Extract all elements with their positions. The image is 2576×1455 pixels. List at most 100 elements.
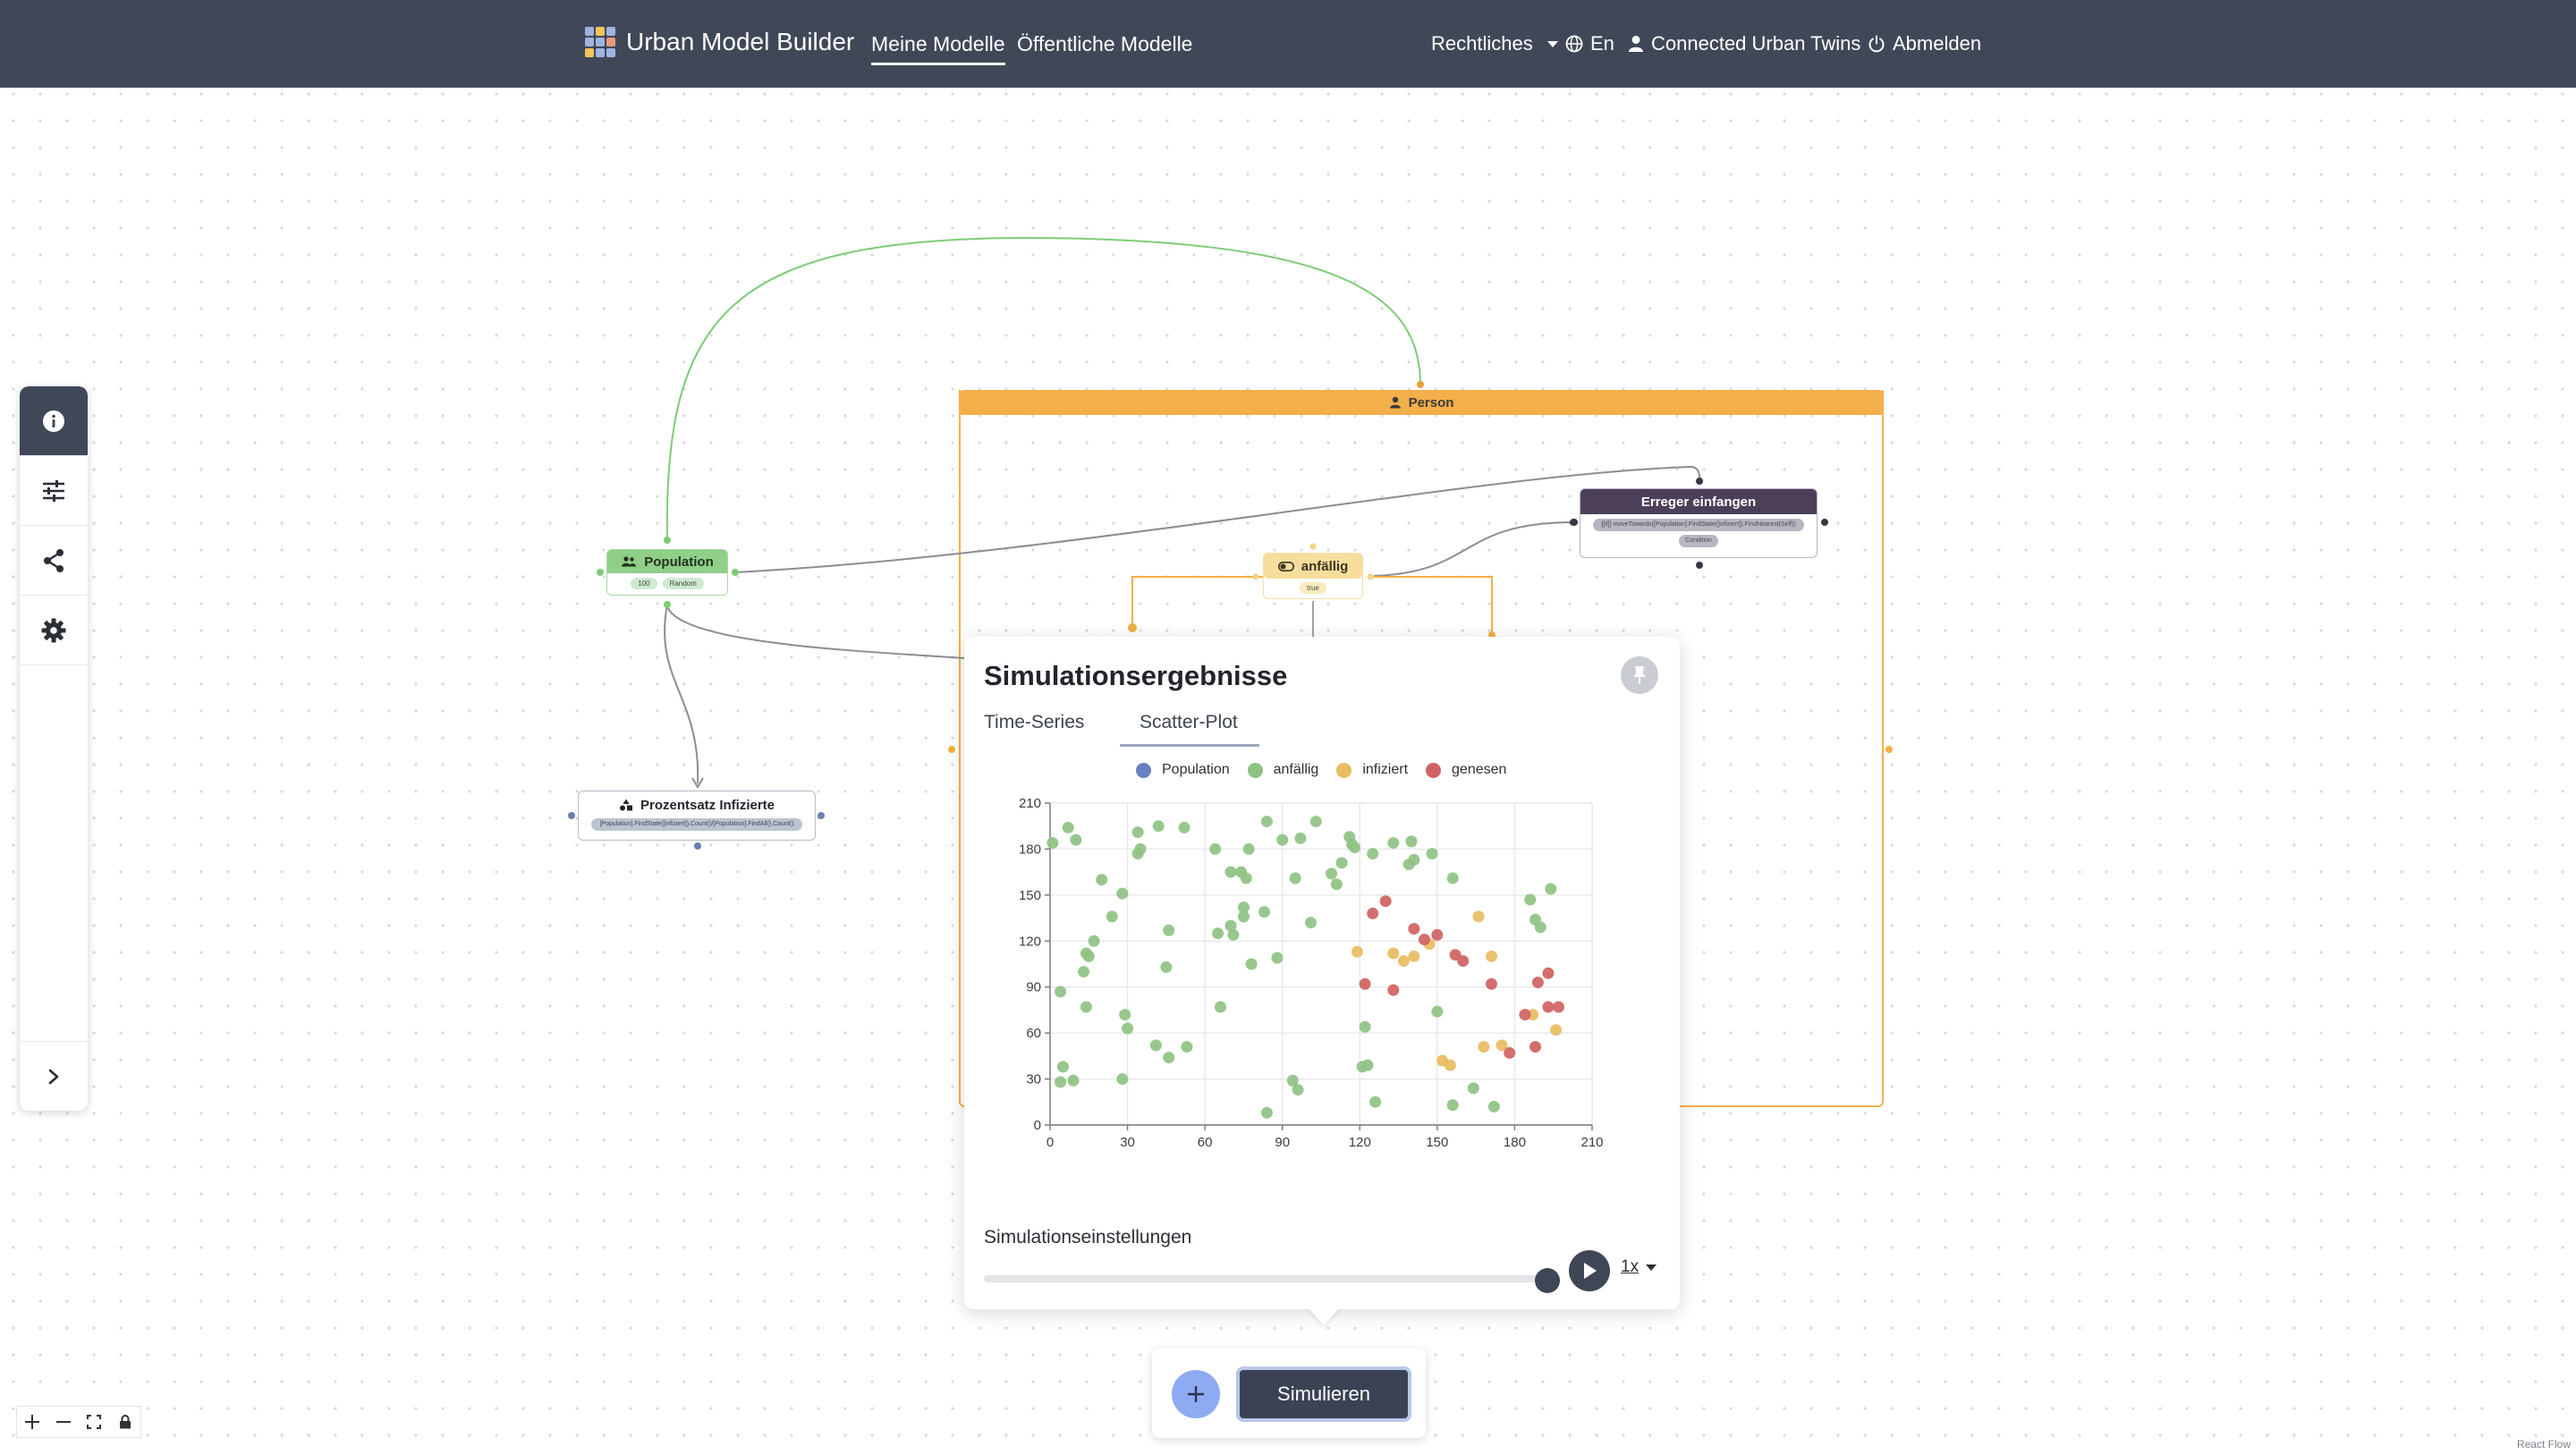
node-erreger-einfangen[interactable]: Erreger einfangen [[if]] moveTowards([Po… (1580, 488, 1818, 558)
data-point (1260, 1106, 1273, 1119)
tab-scatter-plot[interactable]: Scatter-Plot (1140, 712, 1238, 733)
node-anfaellig[interactable]: anfällig true (1263, 553, 1363, 599)
y-tick-label: 30 (1026, 1072, 1041, 1087)
node-population-label: Population (644, 554, 714, 570)
data-point (1545, 883, 1557, 895)
data-point (1096, 874, 1108, 886)
data-point (1209, 842, 1222, 855)
edge-population-simulation (666, 605, 967, 659)
speed-dropdown[interactable]: 1x (1621, 1257, 1657, 1277)
sliders-button[interactable] (20, 456, 88, 526)
share-button[interactable] (20, 526, 88, 596)
data-point (1408, 950, 1420, 962)
slider-thumb[interactable] (1535, 1268, 1560, 1293)
info-button[interactable] (20, 386, 88, 456)
share-icon (44, 548, 64, 572)
data-point (1487, 1100, 1500, 1112)
zoom-in-button[interactable] (17, 1407, 48, 1437)
x-tick-label: 90 (1275, 1135, 1290, 1150)
play-button[interactable] (1569, 1250, 1610, 1291)
y-tick-label: 120 (1019, 934, 1041, 949)
legend-dot (1136, 762, 1151, 778)
zoom-out-button[interactable] (48, 1407, 80, 1437)
data-point (1524, 893, 1537, 906)
data-point (1242, 842, 1255, 855)
data-point (1116, 887, 1129, 900)
data-point (1055, 1076, 1067, 1088)
chart-legend: Population anfällig infiziert genesen (1136, 762, 1524, 778)
edge-anfaellig-left (1131, 576, 1263, 624)
simulation-settings-label: Simulationseinstellungen (984, 1227, 1192, 1248)
data-point (1431, 1005, 1444, 1018)
legend-dot (1336, 762, 1352, 778)
handle (664, 537, 671, 544)
data-point (1235, 866, 1248, 878)
handle (1367, 573, 1374, 580)
data-point (1405, 835, 1418, 848)
data-point (1550, 1024, 1563, 1036)
data-point (1116, 1073, 1129, 1086)
expand-sidebar-button[interactable] (20, 1041, 88, 1111)
data-point (1542, 1001, 1555, 1013)
data-point (1131, 848, 1144, 860)
data-point (1181, 1041, 1193, 1053)
sliders-icon (43, 479, 64, 502)
fit-view-button[interactable] (79, 1407, 110, 1437)
simulate-button[interactable]: Simulieren (1236, 1366, 1411, 1422)
add-node-button[interactable] (1172, 1370, 1220, 1418)
data-point (1335, 857, 1348, 869)
edge-population-person (665, 236, 1421, 539)
data-point (1152, 820, 1165, 833)
data-point (1056, 1061, 1069, 1073)
node-population[interactable]: Population 100 Random (606, 549, 728, 596)
legend-item-population[interactable]: Population (1136, 762, 1230, 778)
lock-button[interactable] (110, 1407, 141, 1437)
data-point (1531, 977, 1544, 989)
pin-button[interactable] (1621, 656, 1658, 694)
data-point (1542, 967, 1555, 979)
data-point (1330, 878, 1343, 891)
legend-item-anfaellig[interactable]: anfällig (1247, 762, 1318, 778)
data-point (1478, 1041, 1490, 1053)
legend-item-infiziert[interactable]: infiziert (1336, 762, 1408, 778)
zoom-out-icon (55, 1421, 71, 1423)
data-point (1387, 837, 1400, 850)
zoom-controls (16, 1406, 141, 1438)
x-tick-label: 180 (1504, 1135, 1526, 1150)
react-flow-attribution[interactable]: React Flow (2517, 1438, 2571, 1451)
data-point (1276, 833, 1289, 846)
data-point (1227, 928, 1240, 941)
handle (568, 812, 575, 819)
handle (664, 601, 671, 608)
simulation-progress-slider[interactable] (984, 1275, 1547, 1282)
x-tick-label: 30 (1120, 1135, 1135, 1150)
fit-view-icon (87, 1415, 102, 1429)
data-point (1245, 958, 1258, 970)
edge-population-prozentsatz (664, 604, 699, 784)
legend-item-genesen[interactable]: genesen (1426, 762, 1506, 778)
data-point (1271, 952, 1284, 964)
data-point (1070, 833, 1082, 846)
handle (597, 569, 604, 576)
data-point (1359, 1020, 1371, 1033)
y-tick-label: 60 (1026, 1026, 1041, 1041)
node-prozentsatz-label: Prozentsatz Infizierte (640, 797, 775, 813)
node-population-header: Population (607, 550, 727, 573)
settings-button[interactable] (20, 596, 88, 665)
data-point (1408, 923, 1420, 935)
data-point (1082, 950, 1095, 962)
toggle-icon (1277, 561, 1294, 571)
erreger-formula-pill: [[if]] moveTowards([Population].FindStat… (1593, 519, 1804, 531)
data-point (1214, 1001, 1226, 1013)
data-point (1160, 960, 1173, 973)
data-point (1163, 924, 1175, 936)
legend-label: Population (1162, 762, 1230, 777)
node-prozentsatz-infizierte[interactable]: Prozentsatz Infizierte [Population].Find… (578, 791, 816, 841)
handle (732, 569, 739, 576)
speed-value: 1x (1621, 1257, 1640, 1276)
data-point (1309, 816, 1322, 828)
chevron-right-icon (48, 1069, 59, 1084)
tab-time-series[interactable]: Time-Series (984, 712, 1084, 733)
data-point (1237, 901, 1250, 914)
handle (818, 812, 825, 819)
